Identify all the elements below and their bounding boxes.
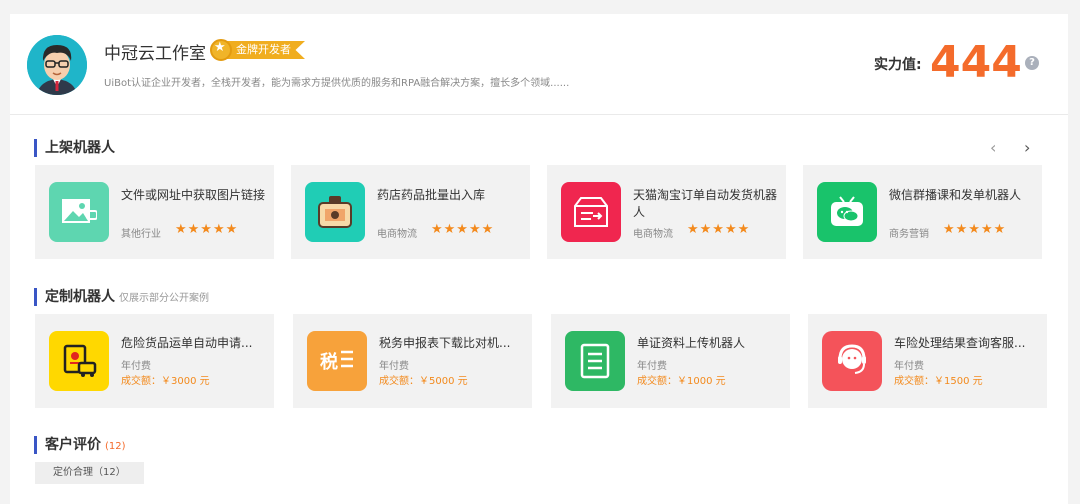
- badge-label: 金牌开发者: [226, 41, 305, 59]
- robot-category: 电商物流: [377, 229, 417, 240]
- fee-type: 年付费: [894, 361, 924, 372]
- reviews-title: 客户评价 (12): [34, 436, 126, 454]
- listed-robot-card[interactable]: 微信群播课和发单机器人 商务营销 ★★★★★: [803, 165, 1042, 259]
- power-value: 444: [930, 37, 1022, 88]
- listed-robots-label: 上架机器人: [45, 140, 115, 156]
- listed-robot-card[interactable]: 药店药品批量出入库 电商物流 ★★★★★: [291, 165, 530, 259]
- medicine-box-icon: [305, 182, 365, 242]
- review-tag[interactable]: 定价合理（12）: [35, 462, 144, 484]
- robot-name: 药店药品批量出入库: [377, 188, 486, 202]
- document-icon: [565, 331, 625, 391]
- listed-robot-card[interactable]: 文件或网址中获取图片链接 其他行业 ★★★★★: [35, 165, 274, 259]
- next-arrow-icon[interactable]: ›: [1024, 138, 1030, 157]
- custom-robot-card[interactable]: 单证资料上传机器人 年付费 成交额：￥1000 元: [551, 314, 790, 408]
- fee-type: 年付费: [121, 361, 151, 372]
- robot-name: 单证资料上传机器人: [637, 336, 746, 350]
- studio-description: UiBot认证企业开发者，全栈开发者，能为需求方提供优质的服务和RPA融合解决方…: [104, 78, 570, 89]
- custom-robot-card[interactable]: 车险处理结果查询客服... 年付费 成交额：￥1500 元: [808, 314, 1047, 408]
- prev-arrow-icon[interactable]: ‹: [990, 138, 996, 157]
- listed-robots-title: 上架机器人: [34, 139, 115, 157]
- customer-service-icon: [822, 331, 882, 391]
- hazard-truck-icon: [49, 331, 109, 391]
- rating-stars: ★★★★★: [431, 222, 495, 237]
- gold-developer-badge: 金牌开发者: [210, 39, 305, 61]
- power-label: 实力值:: [874, 57, 922, 73]
- robot-name: 危险货品运单自动申请...: [121, 336, 253, 350]
- custom-robot-card[interactable]: 税 税务申报表下载比对机... 年付费 成交额：￥5000 元: [293, 314, 532, 408]
- robot-category: 商务营销: [889, 229, 929, 240]
- rating-stars: ★★★★★: [175, 222, 239, 237]
- rating-stars: ★★★★★: [943, 222, 1007, 237]
- custom-robot-card[interactable]: 危险货品运单自动申请... 年付费 成交额：￥3000 元: [35, 314, 274, 408]
- reviews-label: 客户评价: [45, 437, 101, 453]
- studio-name: 中冠云工作室: [104, 44, 206, 64]
- profile-header: 中冠云工作室 金牌开发者 UiBot认证企业开发者，全栈开发者，能为需求方提供优…: [10, 14, 1068, 115]
- robot-name: 税务申报表下载比对机...: [379, 336, 511, 350]
- wechat-tv-icon: [817, 182, 877, 242]
- deal-amount: 成交额：￥3000 元: [121, 376, 210, 387]
- custom-robots-title: 定制机器人 仅展示部分公开案例: [34, 288, 209, 306]
- medal-icon: [210, 39, 232, 61]
- listed-robot-card[interactable]: 天猫淘宝订单自动发货机器人 电商物流 ★★★★★: [547, 165, 786, 259]
- custom-robots-note: 仅展示部分公开案例: [119, 293, 209, 304]
- fee-type: 年付费: [379, 361, 409, 372]
- avatar[interactable]: [27, 35, 87, 95]
- robot-category: 电商物流: [633, 229, 673, 240]
- image-link-icon: [49, 182, 109, 242]
- developer-profile-card: 中冠云工作室 金牌开发者 UiBot认证企业开发者，全栈开发者，能为需求方提供优…: [10, 14, 1068, 504]
- robot-name: 车险处理结果查询客服...: [894, 336, 1026, 350]
- help-icon[interactable]: ?: [1025, 56, 1039, 70]
- robot-name: 微信群播课和发单机器人: [889, 188, 1022, 202]
- robot-name: 文件或网址中获取图片链接: [121, 188, 266, 202]
- shipping-box-icon: [561, 182, 621, 242]
- deal-amount: 成交额：￥1500 元: [894, 376, 983, 387]
- deal-amount: 成交额：￥1000 元: [637, 376, 726, 387]
- deal-amount: 成交额：￥5000 元: [379, 376, 468, 387]
- robot-name: 天猫淘宝订单自动发货机器人: [633, 188, 778, 219]
- rating-stars: ★★★★★: [687, 222, 751, 237]
- fee-type: 年付费: [637, 361, 667, 372]
- reviews-count: (12): [105, 441, 126, 452]
- robot-category: 其他行业: [121, 229, 161, 240]
- tax-form-icon: 税: [307, 331, 367, 391]
- custom-robots-label: 定制机器人: [45, 289, 115, 305]
- svg-text:税: 税: [320, 351, 338, 373]
